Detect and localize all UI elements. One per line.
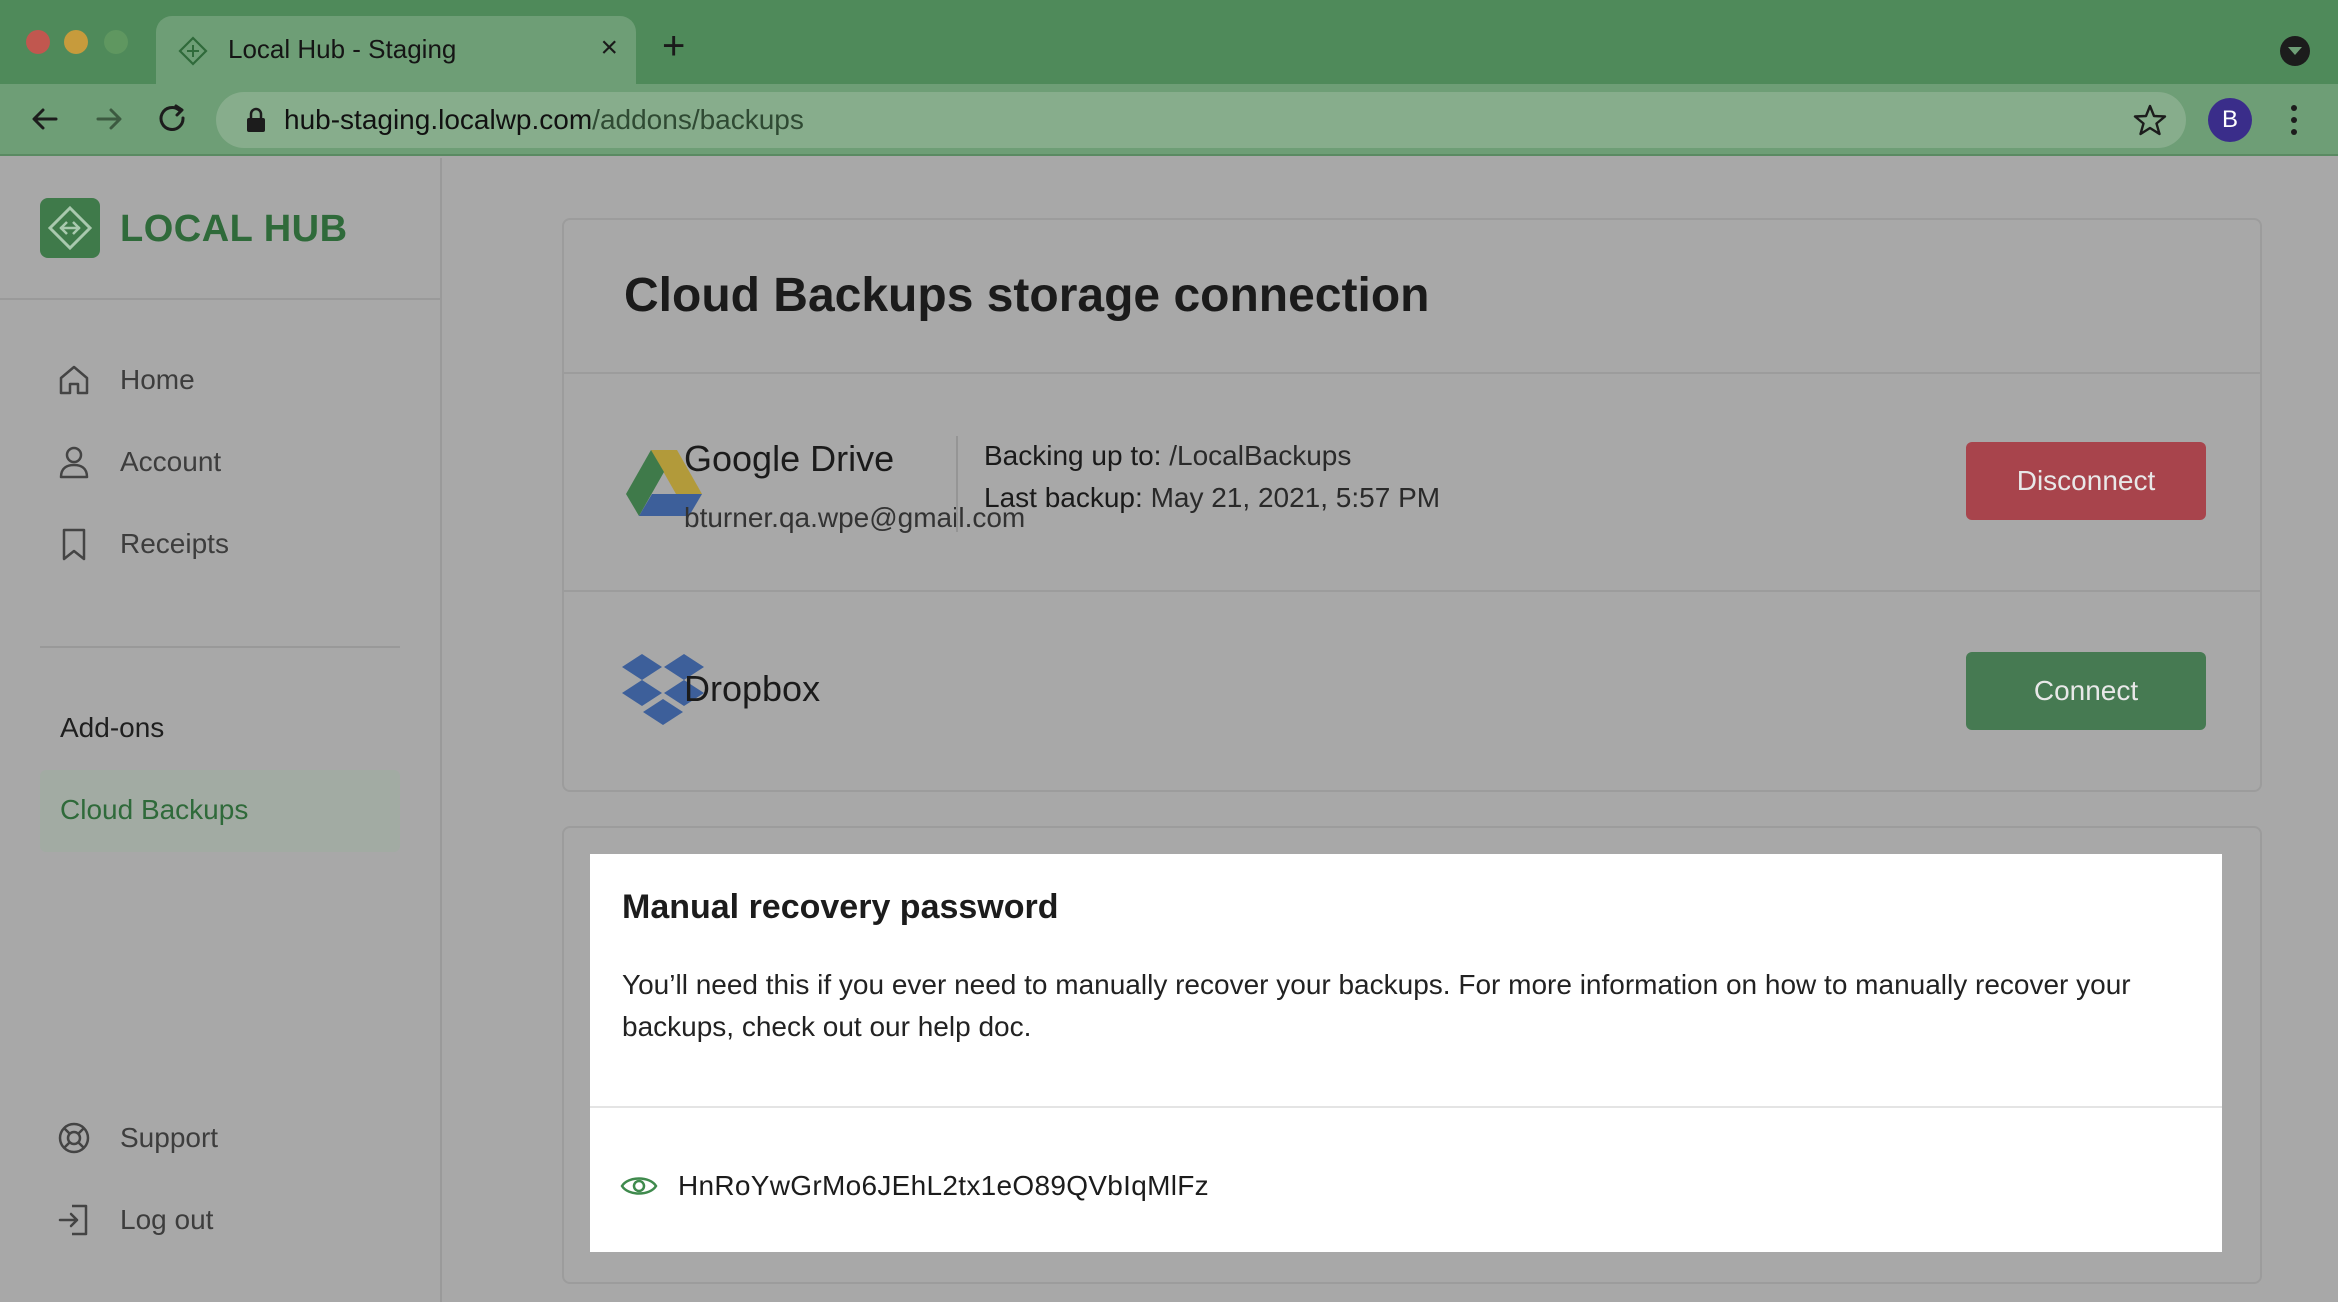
google-drive-name: Google Drive [684,438,895,479]
forward-button[interactable] [88,98,130,140]
local-logo-icon [40,198,100,258]
sidebar-item-label: Account [120,446,222,477]
page-title: Cloud Backups storage connection [624,269,1430,322]
sidebar-item-cloud-backups[interactable]: Cloud Backups [40,770,400,852]
reload-button[interactable] [152,98,194,140]
eye-icon[interactable] [620,1172,658,1200]
tab-title: Local Hub - Staging [228,34,457,64]
google-drive-email: bturner.qa.wpe@gmail.com [684,502,1026,533]
row-divider [564,590,2260,592]
back-button[interactable] [24,98,66,140]
lock-icon [247,107,265,132]
maximize-window-button[interactable] [104,30,128,54]
local-hub-favicon-icon [178,36,208,66]
tab-search-icon[interactable] [2280,36,2310,66]
browser-toolbar: hub-staging.localwp.com/addons/backups B [0,84,2338,156]
sidebar-item-label: Cloud Backups [60,794,249,825]
profile-avatar[interactable]: B [2208,98,2252,142]
sidebar-item-support[interactable]: Support [40,1108,400,1168]
disconnect-button[interactable]: Disconnect [1966,442,2206,520]
logout-icon [58,1204,88,1236]
sidebar-item-label: Receipts [120,528,229,559]
arrow-right-icon [96,108,122,130]
bookmark-star-icon[interactable] [2132,102,2168,138]
url-text: hub-staging.localwp.com/addons/backups [284,104,804,135]
sidebar-item-label: Home [120,364,195,395]
sidebar-item-receipts[interactable]: Receipts [40,514,400,574]
sidebar-item-home[interactable]: Home [40,350,400,410]
tab-close-icon[interactable]: × [600,30,618,66]
user-icon [59,446,89,479]
last-backup: Last backup: May 21, 2021, 5:57 PM [984,482,1441,513]
vertical-divider [956,436,958,532]
browser-tab[interactable]: Local Hub - Staging × [156,16,636,84]
recovery-title: Manual recovery password [622,888,1059,926]
sidebar-item-account[interactable]: Account [40,432,400,492]
main-content: Cloud Backups storage connection Google … [444,158,2338,1302]
dropbox-name: Dropbox [684,668,821,709]
recovery-divider [590,1106,2222,1108]
sidebar-item-label: Log out [120,1204,214,1235]
recovery-password-value[interactable]: HnRoYwGrMo6JEhL2tx1eO89QVbIqMlFz [678,1170,1209,1202]
bookmark-icon [62,528,86,561]
new-tab-button[interactable]: + [662,26,685,66]
sidebar-item-label: Support [120,1122,219,1153]
arrow-left-icon [32,108,58,130]
recovery-description: You’ll need this if you ever need to man… [622,969,2131,1042]
address-bar[interactable]: hub-staging.localwp.com/addons/backups [216,92,2186,148]
lifebuoy-icon [58,1122,90,1154]
more-menu-icon[interactable] [2282,98,2306,142]
sidebar-divider [40,646,400,648]
card-divider [564,372,2260,374]
connect-button[interactable]: Connect [1966,652,2206,730]
brand-name: LOCAL HUB [120,208,348,250]
sidebar: LOCAL HUB Home Account Receipts Add-ons … [0,158,442,1302]
brand-divider [0,298,440,300]
minimize-window-button[interactable] [64,30,88,54]
storage-connection-card: Cloud Backups storage connection Google … [562,218,2262,792]
browser-titlebar: Local Hub - Staging × + [0,0,2338,84]
sidebar-item-logout[interactable]: Log out [40,1190,400,1250]
recovery-password-panel: Manual recovery password You’ll need thi… [590,854,2222,1252]
close-window-button[interactable] [26,30,50,54]
reload-icon [159,104,185,131]
backup-destination: Backing up to: /LocalBackups [984,440,1352,471]
section-label-addons: Add-ons [60,712,165,743]
home-icon [59,365,89,395]
